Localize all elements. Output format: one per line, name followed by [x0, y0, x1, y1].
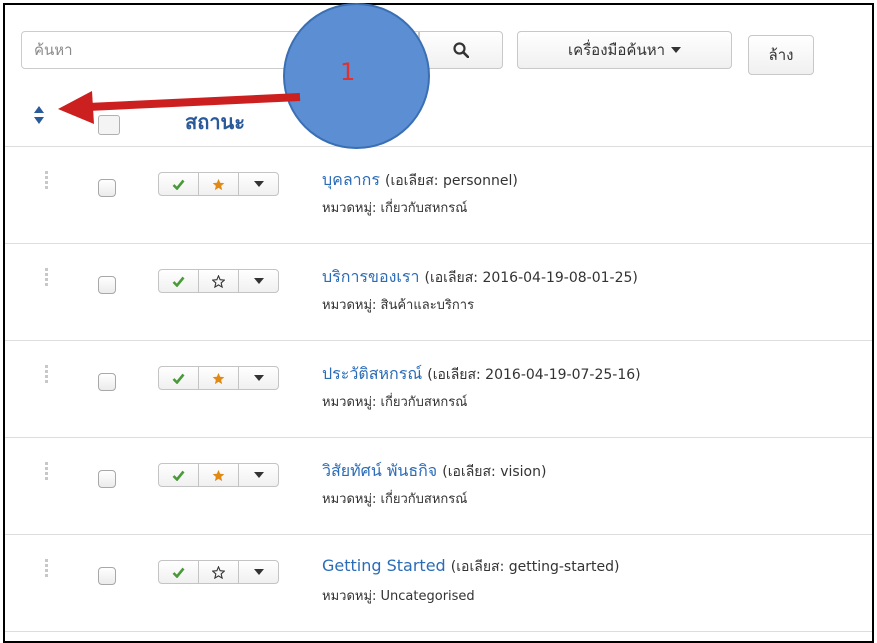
caret-down-icon [253, 181, 264, 187]
search-button[interactable] [419, 31, 503, 69]
article-title-link[interactable]: วิสัยทัศน์ พันธกิจ [322, 461, 437, 480]
article-title-line: บริการของเรา (เอเลียส: 2016-04-19-08-01-… [322, 265, 638, 290]
article-alias: (เอเลียส: vision) [442, 464, 547, 480]
publish-toggle-button[interactable] [159, 464, 199, 486]
featured-toggle-button[interactable] [199, 270, 239, 292]
row-checkbox[interactable] [98, 470, 116, 488]
drag-handle-icon[interactable] [45, 268, 49, 286]
article-row: บริการของเรา (เอเลียส: 2016-04-19-08-01-… [5, 244, 872, 341]
status-button-group [158, 269, 279, 293]
article-row: ประวัติสหกรณ์ (เอเลียส: 2016-04-19-07-25… [5, 341, 872, 438]
actions-dropdown-button[interactable] [239, 270, 278, 292]
status-button-group [158, 366, 279, 390]
row-checkbox[interactable] [98, 567, 116, 585]
star-filled-icon [212, 372, 225, 384]
article-alias: (เอเลียส: 2016-04-19-07-25-16) [427, 367, 641, 383]
article-row: บุคลากร (เอเลียส: personnel) หมวดหมู่: เก… [5, 147, 872, 244]
featured-toggle-button[interactable] [199, 367, 239, 389]
article-title-line: ประวัติสหกรณ์ (เอเลียส: 2016-04-19-07-25… [322, 362, 641, 387]
star-filled-icon [212, 469, 225, 481]
article-title-line: Getting Started (เอเลียส: getting-starte… [322, 556, 619, 578]
actions-dropdown-button[interactable] [239, 173, 278, 195]
article-category: หมวดหมู่: เกี่ยวกับสหกรณ์ [322, 492, 468, 507]
article-title-link[interactable]: Getting Started [322, 556, 446, 575]
article-category: หมวดหมู่: Uncategorised [322, 589, 475, 604]
star-filled-icon [212, 178, 225, 190]
caret-down-icon [253, 472, 264, 478]
caret-down-icon [253, 569, 264, 575]
article-title-link[interactable]: บุคลากร [322, 170, 380, 189]
articles-panel: เครื่องมือค้นหา ล้าง สถานะ บุคลากร (เอเล… [3, 3, 874, 643]
status-button-group [158, 560, 279, 584]
row-checkbox[interactable] [98, 373, 116, 391]
select-all-checkbox[interactable] [98, 115, 120, 135]
article-title-line: บุคลากร (เอเลียส: personnel) [322, 168, 518, 193]
drag-handle-icon[interactable] [45, 462, 49, 480]
featured-toggle-button[interactable] [199, 173, 239, 195]
caret-down-icon [671, 47, 682, 53]
check-icon [172, 470, 185, 481]
featured-toggle-button[interactable] [199, 464, 239, 486]
drag-handle-icon[interactable] [45, 365, 49, 383]
star-outline-icon [212, 274, 225, 288]
publish-toggle-button[interactable] [159, 561, 199, 583]
article-category: หมวดหมู่: เกี่ยวกับสหกรณ์ [322, 395, 468, 410]
article-title-line: วิสัยทัศน์ พันธกิจ (เอเลียส: vision) [322, 459, 546, 484]
drag-handle-icon[interactable] [45, 559, 49, 577]
publish-toggle-button[interactable] [159, 367, 199, 389]
drag-handle-icon[interactable] [45, 171, 49, 189]
search-tools-label: เครื่องมือค้นหา [567, 41, 666, 59]
article-category: หมวดหมู่: สินค้าและบริการ [322, 298, 475, 313]
caret-down-icon [253, 278, 264, 284]
article-category: หมวดหมู่: เกี่ยวกับสหกรณ์ [322, 201, 468, 216]
search-icon [453, 42, 469, 58]
sort-icon[interactable] [33, 104, 45, 126]
article-title-link[interactable]: บริการของเรา [322, 267, 419, 286]
callout-circle [283, 3, 430, 149]
caret-down-icon [253, 375, 264, 381]
row-checkbox[interactable] [98, 179, 116, 197]
star-outline-icon [212, 565, 225, 579]
clear-label: ล้าง [768, 46, 794, 64]
check-icon [172, 179, 185, 190]
check-icon [172, 373, 185, 384]
status-column-header[interactable]: สถานะ [185, 106, 245, 138]
status-button-group [158, 172, 279, 196]
row-checkbox[interactable] [98, 276, 116, 294]
article-alias: (เอเลียส: personnel) [385, 173, 518, 189]
publish-toggle-button[interactable] [159, 173, 199, 195]
check-icon [172, 276, 185, 287]
article-row: Getting Started (เอเลียส: getting-starte… [5, 535, 872, 632]
article-row: วิสัยทัศน์ พันธกิจ (เอเลียส: vision) หมวด… [5, 438, 872, 535]
actions-dropdown-button[interactable] [239, 561, 278, 583]
clear-button[interactable]: ล้าง [748, 35, 814, 75]
search-tools-button[interactable]: เครื่องมือค้นหา [517, 31, 732, 69]
article-title-link[interactable]: ประวัติสหกรณ์ [322, 364, 422, 383]
callout-number: 1 [340, 58, 356, 86]
article-alias: (เอเลียส: 2016-04-19-08-01-25) [424, 270, 638, 286]
featured-toggle-button[interactable] [199, 561, 239, 583]
actions-dropdown-button[interactable] [239, 367, 278, 389]
actions-dropdown-button[interactable] [239, 464, 278, 486]
status-button-group [158, 463, 279, 487]
article-alias: (เอเลียส: getting-started) [450, 559, 620, 575]
check-icon [172, 567, 185, 578]
publish-toggle-button[interactable] [159, 270, 199, 292]
